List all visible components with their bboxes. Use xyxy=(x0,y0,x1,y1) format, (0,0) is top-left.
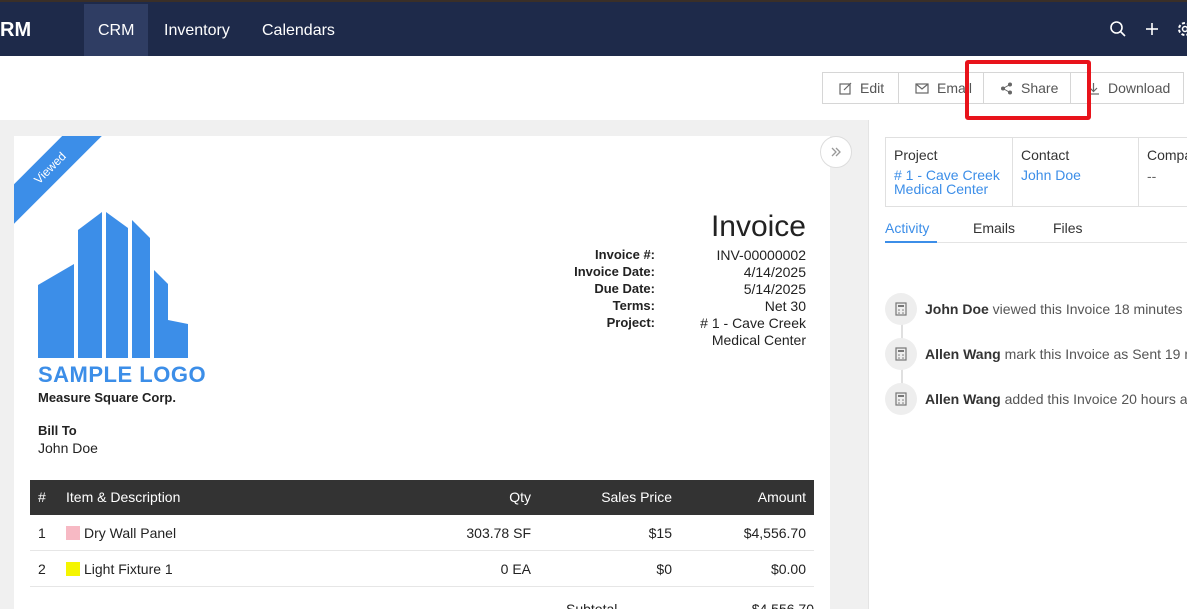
edit-icon xyxy=(839,82,852,95)
gear-icon[interactable] xyxy=(1176,20,1187,38)
bill-to-label: Bill To xyxy=(38,423,77,438)
activity-item: Allen Wang added this Invoice 20 hours a… xyxy=(925,391,1187,407)
invoice-number-label: Invoice #: xyxy=(595,247,655,262)
collapse-panel-button[interactable] xyxy=(820,136,852,168)
bill-to-name: John Doe xyxy=(38,440,98,456)
row-num: 2 xyxy=(38,561,46,577)
search-icon[interactable] xyxy=(1109,20,1127,38)
details-panel: Project # 1 - Cave Creek Medical Center C… xyxy=(868,120,1187,609)
row-item-name: Dry Wall Panel xyxy=(84,525,177,541)
calculator-icon xyxy=(885,338,917,370)
tab-emails[interactable]: Emails xyxy=(973,220,1015,236)
col-num: # xyxy=(38,489,46,505)
nav-tab-inventory[interactable]: Inventory xyxy=(150,4,244,58)
terms-label: Terms: xyxy=(612,298,655,313)
company-logo-icon xyxy=(38,212,188,358)
brand-label[interactable]: RM xyxy=(0,19,31,42)
logo-text: SAMPLE LOGO xyxy=(38,362,207,387)
invoice-date-value: 4/14/2025 xyxy=(743,264,806,280)
project-info: Project # 1 - Cave Creek Medical Center xyxy=(886,138,1013,206)
row-num: 1 xyxy=(38,525,46,541)
edit-button[interactable]: Edit xyxy=(822,72,899,104)
company-info: Compa -- xyxy=(1139,138,1187,206)
table-row: 1 Dry Wall Panel 303.78 SF $15 $4,556.70 xyxy=(30,515,814,551)
row-item: Dry Wall Panel xyxy=(66,525,176,541)
calculator-icon xyxy=(885,293,917,325)
table-row: 2 Light Fixture 1 0 EA $0 $0.00 xyxy=(30,551,814,587)
subtotal-label: Subtotal xyxy=(566,601,618,609)
subtotal-value: $4,556.70 xyxy=(751,601,814,609)
contact-info: Contact John Doe xyxy=(1013,138,1139,206)
plus-icon[interactable] xyxy=(1143,20,1161,38)
activity-item: Allen Wang mark this Invoice as Sent 19 … xyxy=(925,346,1187,362)
project-value-line2: Medical Center xyxy=(711,332,806,348)
company-info-label: Compa xyxy=(1147,147,1187,163)
color-swatch xyxy=(66,562,80,576)
invoice-document: Viewed SAMPLE LOGO Measure Square Corp. … xyxy=(14,136,830,609)
nav-tab-crm[interactable]: CRM xyxy=(84,4,149,58)
info-box: Project # 1 - Cave Creek Medical Center C… xyxy=(885,137,1187,207)
row-qty: 0 EA xyxy=(500,561,531,577)
mail-icon xyxy=(915,82,929,94)
color-swatch xyxy=(66,526,80,540)
active-tab-indicator xyxy=(885,241,937,243)
row-amount: $4,556.70 xyxy=(743,525,806,541)
invoice-date-label: Invoice Date: xyxy=(574,264,655,279)
terms-value: Net 30 xyxy=(764,298,806,314)
company-name: Measure Square Corp. xyxy=(38,390,176,405)
row-amount: $0.00 xyxy=(770,561,806,577)
project-link[interactable]: # 1 - Cave Creek Medical Center xyxy=(894,168,1012,196)
download-label: Download xyxy=(1108,80,1171,96)
row-item-name: Light Fixture 1 xyxy=(84,561,173,577)
col-amount: Amount xyxy=(757,489,806,505)
activity-item: John Doe viewed this Invoice 18 minutes … xyxy=(925,301,1187,317)
due-date-value: 5/14/2025 xyxy=(743,281,806,297)
edit-label: Edit xyxy=(860,80,885,96)
top-nav: RM CRM Inventory Calendars xyxy=(0,0,1187,58)
project-value: # 1 - Cave Creek xyxy=(700,315,806,331)
double-chevron-right-icon xyxy=(831,147,841,157)
row-qty: 303.78 SF xyxy=(466,525,531,541)
items-table-header: # Item & Description Qty Sales Price Amo… xyxy=(30,480,814,515)
nav-tab-calendars[interactable]: Calendars xyxy=(248,4,349,58)
invoice-number-value: INV-00000002 xyxy=(716,247,806,263)
due-date-label: Due Date: xyxy=(594,281,655,296)
col-item: Item & Description xyxy=(66,489,181,505)
invoice-title: Invoice xyxy=(710,210,806,243)
tab-activity[interactable]: Activity xyxy=(885,220,929,236)
col-price: Sales Price xyxy=(601,489,672,505)
row-price: $0 xyxy=(656,561,672,577)
share-highlight-box xyxy=(965,60,1091,120)
col-qty: Qty xyxy=(509,489,531,505)
contact-info-label: Contact xyxy=(1021,147,1070,163)
row-price: $15 xyxy=(648,525,672,541)
project-info-label: Project xyxy=(894,147,938,163)
project-label: Project: xyxy=(606,315,655,330)
company-info-value: -- xyxy=(1147,168,1157,184)
calculator-icon xyxy=(885,383,917,415)
contact-link[interactable]: John Doe xyxy=(1021,168,1138,182)
tab-files[interactable]: Files xyxy=(1053,220,1083,236)
row-item: Light Fixture 1 xyxy=(66,561,173,577)
